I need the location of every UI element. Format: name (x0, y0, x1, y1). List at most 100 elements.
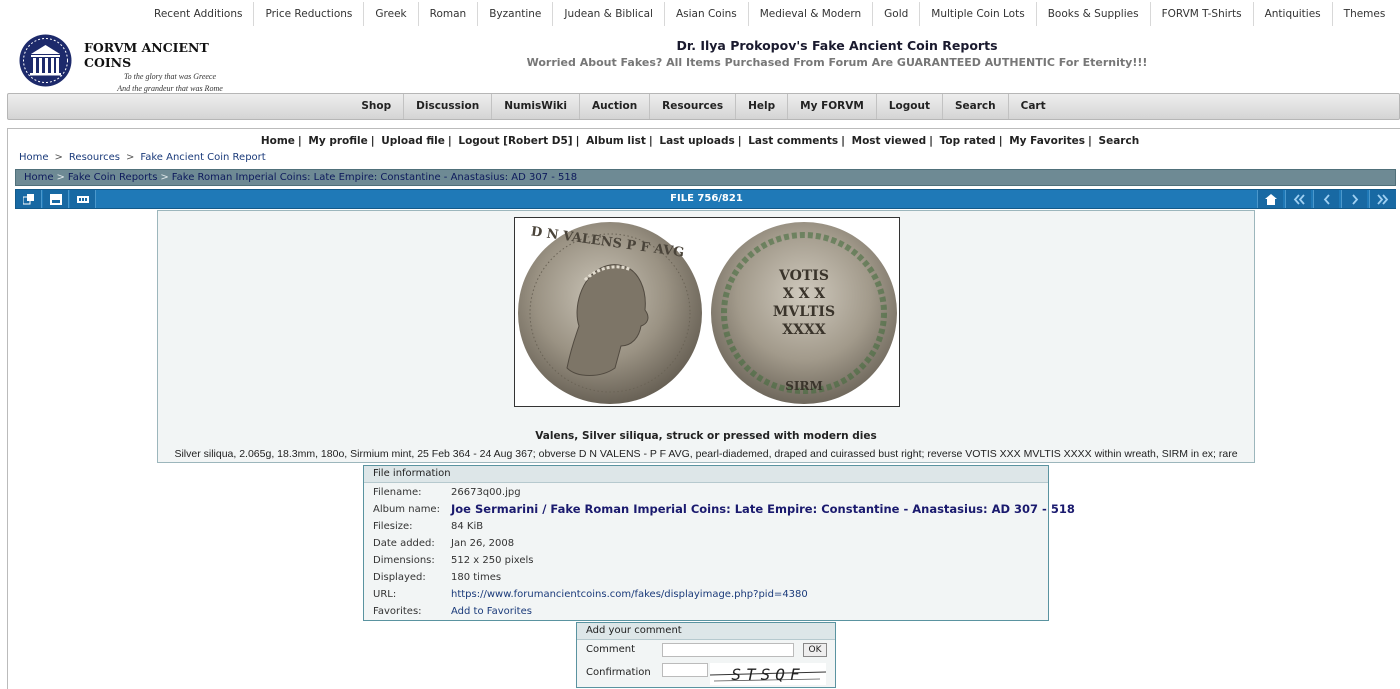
nav-antiquities[interactable]: Antiquities (1254, 2, 1333, 26)
nav-auction[interactable]: Auction (580, 94, 651, 119)
confirmation-label: Confirmation (586, 667, 651, 678)
breadcrumb-gallery: Home > Fake Coin Reports > Fake Roman Imperi… (15, 169, 1396, 186)
first-image-button[interactable] (1285, 190, 1311, 208)
confirmation-input[interactable] (662, 663, 708, 677)
add-to-favorites-link[interactable]: Add to Favorites (451, 603, 532, 620)
image-description: Silver siliqua, 2.065g, 18.3mm, 180o, Si… (174, 448, 1238, 460)
info-label: Filename: (373, 487, 422, 498)
nav-numiswiki[interactable]: NumisWiki (492, 94, 581, 119)
album-list-link[interactable]: Album list (586, 135, 646, 147)
info-value: Jan 26, 2008 (451, 538, 515, 549)
album-home-button[interactable] (1257, 190, 1283, 208)
nav-discussion[interactable]: Discussion (404, 94, 493, 119)
guarantee-banner: Worried About Fakes? All Items Purchased… (526, 56, 1148, 69)
ok-button[interactable]: OK (803, 643, 827, 657)
nav-multiple-coin-lots[interactable]: Multiple Coin Lots (920, 2, 1037, 26)
image-toolbar: FILE 756/821 (15, 189, 1396, 209)
chevron-left-icon (1323, 193, 1330, 205)
nav-my-forvm[interactable]: My FORVM (788, 94, 877, 119)
upload-file-link[interactable]: Upload file (381, 135, 445, 147)
brand-block: FORVM ANCIENT COINS To the glory that wa… (84, 40, 256, 94)
reverse-legend-line-3: MVLTIS (773, 304, 835, 320)
last-uploads-link[interactable]: Last uploads (659, 135, 734, 147)
double-chevron-right-icon (1377, 193, 1389, 205)
reverse-mint-mark: SIRM (785, 379, 823, 393)
nav-themes[interactable]: Themes (1333, 2, 1397, 26)
nav-shop[interactable]: Shop (349, 94, 405, 119)
image-panel: D N VALENS P F AVG VOTIS X X X MVLTIS XX… (157, 210, 1255, 463)
breadcrumb-resources[interactable]: Resources (69, 152, 120, 163)
nav-byzantine[interactable]: Byzantine (478, 2, 554, 26)
breadcrumb-home[interactable]: Home (19, 152, 49, 163)
info-label: Date added: (373, 538, 435, 549)
image-caption: Valens, Silver siliqua, struck or presse… (535, 430, 877, 442)
home-icon (1264, 193, 1277, 205)
nav-gold[interactable]: Gold (873, 2, 921, 26)
nav-cart[interactable]: Cart (1009, 94, 1058, 119)
info-value: 26673q00.jpg (451, 487, 521, 498)
nav-forvm-tshirts[interactable]: FORVM T-Shirts (1151, 2, 1254, 26)
gallery-crumb-fake-coin-reports[interactable]: Fake Coin Reports (68, 172, 157, 183)
nav-recent-additions[interactable]: Recent Additions (143, 2, 255, 26)
brand-name[interactable]: FORVM ANCIENT COINS (84, 40, 256, 70)
image-url-link[interactable]: https://www.forumancientcoins.com/fakes/… (451, 586, 808, 603)
file-info-panel: File information Filename: 26673q00.jpg … (363, 465, 1075, 621)
info-label: Filesize: (373, 521, 413, 532)
nav-resources[interactable]: Resources (650, 94, 737, 119)
captcha-text: STSQF (731, 665, 804, 684)
brand-tagline-1: To the glory that was Greece (123, 72, 217, 81)
gallery-nav: Home | My profile | Upload file | Logout [R… (260, 135, 1140, 147)
gallery-logout-link[interactable]: Logout [Robert D5] (458, 135, 572, 147)
captcha-image: STSQF (710, 663, 826, 685)
last-comments-link[interactable]: Last comments (748, 135, 838, 147)
last-image-button[interactable] (1369, 190, 1396, 208)
info-label: Favorites: (373, 606, 422, 617)
most-viewed-link[interactable]: Most viewed (852, 135, 927, 147)
info-label: URL: (373, 589, 397, 600)
gallery-crumb-home[interactable]: Home (24, 172, 54, 183)
file-info-heading: File information (364, 466, 1048, 483)
top-category-nav: Recent Additions Price Reductions Greek … (143, 2, 1396, 26)
chevron-right-icon (1351, 193, 1358, 205)
info-value: 512 x 250 pixels (451, 555, 534, 566)
info-label: Album name: (373, 504, 440, 515)
nav-price-reductions[interactable]: Price Reductions (254, 2, 365, 26)
main-nav-bar: Shop Discussion NumisWiki Auction Resour… (7, 93, 1400, 120)
nav-help[interactable]: Help (736, 94, 789, 119)
info-label: Dimensions: (373, 555, 435, 566)
my-profile-link[interactable]: My profile (308, 135, 367, 147)
nav-asian-coins[interactable]: Asian Coins (665, 2, 749, 26)
reverse-legend-line-2: X X X (783, 286, 825, 302)
info-value: 84 KiB (451, 521, 484, 532)
info-value: 180 times (451, 572, 502, 583)
info-label: Displayed: (373, 572, 426, 583)
breadcrumb-fake-report[interactable]: Fake Ancient Coin Report (140, 152, 265, 163)
reverse-legend-line-1: VOTIS (778, 268, 829, 284)
comment-label: Comment (586, 644, 635, 655)
nav-roman[interactable]: Roman (419, 2, 479, 26)
nav-search[interactable]: Search (943, 94, 1009, 119)
file-counter: FILE 756/821 (670, 193, 743, 204)
gallery-search-link[interactable]: Search (1099, 135, 1140, 147)
gallery-crumb-album[interactable]: Fake Roman Imperial Coins: Late Empire: … (172, 172, 577, 183)
previous-image-button[interactable] (1313, 190, 1339, 208)
forvm-logo-icon[interactable] (18, 33, 73, 88)
gallery-home-link[interactable]: Home (261, 135, 295, 147)
top-rated-link[interactable]: Top rated (940, 135, 996, 147)
page-headline: Dr. Ilya Prokopov's Fake Ancient Coin Re… (676, 38, 998, 53)
comment-heading: Add your comment (577, 623, 835, 640)
comment-input[interactable] (662, 643, 794, 657)
album-name-link[interactable]: Joe Sermarini / Fake Roman Imperial Coin… (451, 501, 1075, 518)
reverse-legend-line-4: XXXX (782, 322, 826, 338)
my-favorites-link[interactable]: My Favorites (1009, 135, 1085, 147)
double-chevron-left-icon (1293, 193, 1305, 205)
nav-logout[interactable]: Logout (877, 94, 943, 119)
nav-greek[interactable]: Greek (364, 2, 419, 26)
nav-judean-biblical[interactable]: Judean & Biblical (553, 2, 665, 26)
breadcrumb-site: Home > Resources > Fake Ancient Coin Report (19, 152, 266, 163)
nav-medieval-modern[interactable]: Medieval & Modern (749, 2, 874, 26)
nav-books-supplies[interactable]: Books & Supplies (1037, 2, 1151, 26)
next-image-button[interactable] (1341, 190, 1367, 208)
coin-image[interactable]: D N VALENS P F AVG VOTIS X X X MVLTIS XX… (514, 217, 900, 407)
comment-form: Add your comment Comment OK Confirmation… (576, 622, 836, 688)
